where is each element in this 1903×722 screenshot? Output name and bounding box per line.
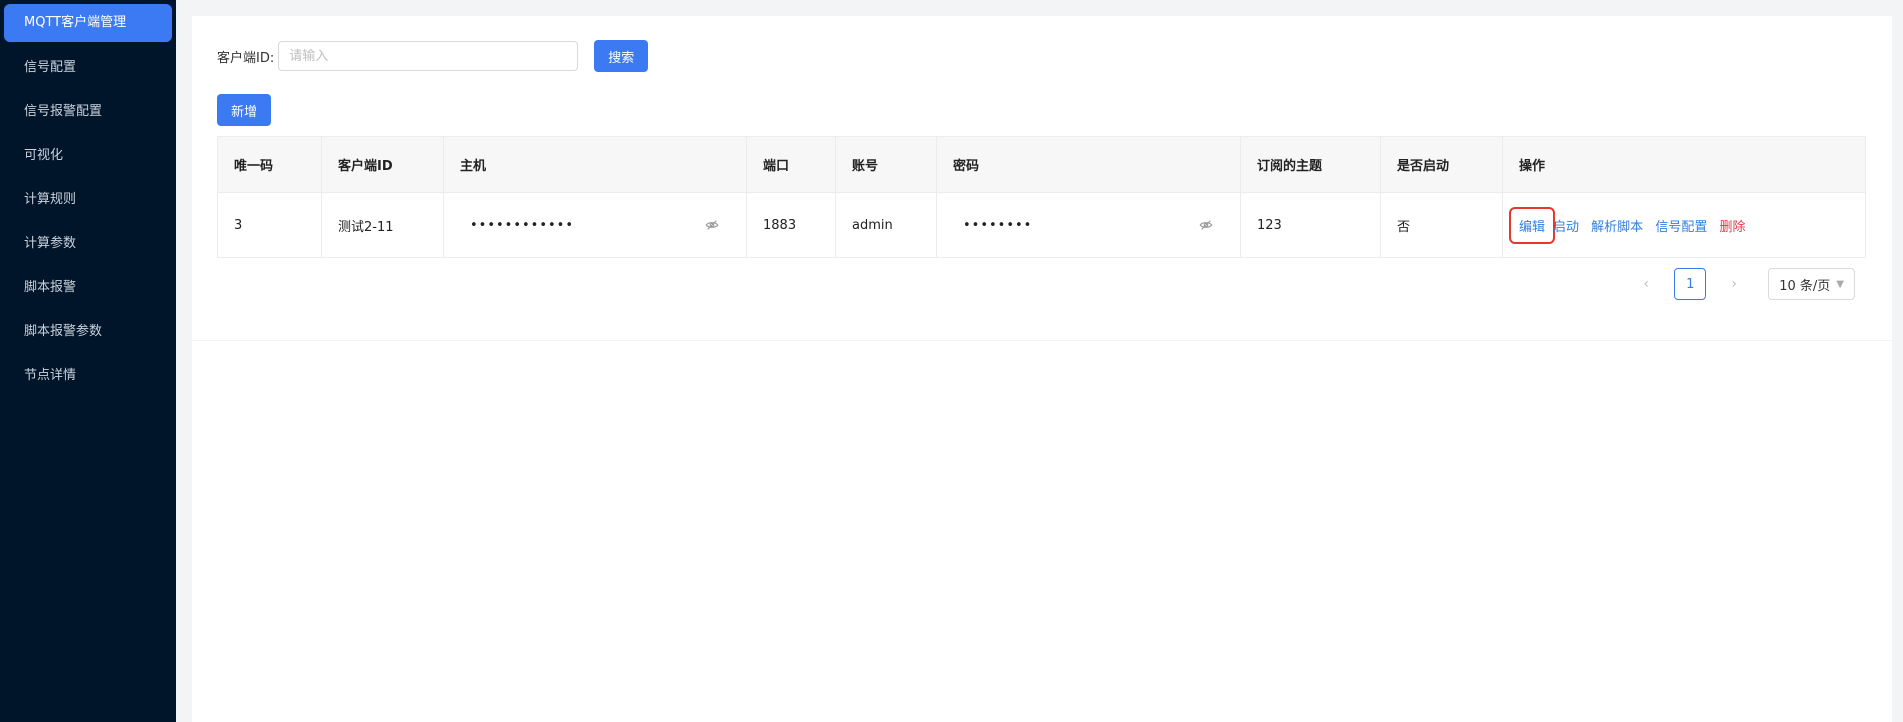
pagination: ‹ 1 › 10 条/页 ▼ xyxy=(1630,268,1855,300)
cell-client-id: 测试2-11 xyxy=(321,192,444,258)
start-link[interactable]: 启动 xyxy=(1553,220,1579,235)
cell-port: 1883 xyxy=(746,192,836,258)
sidebar-item-signal-config[interactable]: 信号配置 xyxy=(4,50,172,86)
signal-config-link[interactable]: 信号配置 xyxy=(1655,220,1707,235)
cell-uid: 3 xyxy=(217,192,322,258)
col-header-topic: 订阅的主题 xyxy=(1240,136,1381,193)
col-header-enabled: 是否启动 xyxy=(1380,136,1503,193)
eye-invisible-icon[interactable] xyxy=(705,218,719,232)
cell-host: •••••••••••• xyxy=(443,192,747,258)
cell-account: admin xyxy=(835,192,937,258)
cell-password: •••••••• xyxy=(936,192,1241,258)
search-button[interactable]: 搜索 xyxy=(594,40,649,72)
page-size-select[interactable]: 10 条/页 ▼ xyxy=(1768,268,1855,300)
col-header-password: 密码 xyxy=(936,136,1241,193)
sidebar-item-calc-rules[interactable]: 计算规则 xyxy=(4,182,172,218)
password-masked-value: •••••••• xyxy=(963,217,1033,233)
search-row: 客户端ID: 搜索 xyxy=(217,40,649,72)
sidebar-item-signal-alarm-config[interactable]: 信号报警配置 xyxy=(4,94,172,130)
table-row: 3 测试2-11 •••••••••••• 1883 admin •••••••… xyxy=(217,192,1866,258)
parse-script-link[interactable]: 解析脚本 xyxy=(1591,220,1643,235)
sidebar-item-script-alarm[interactable]: 脚本报警 xyxy=(4,270,172,306)
sidebar-item-visualization[interactable]: 可视化 xyxy=(4,138,172,174)
delete-link[interactable]: 删除 xyxy=(1719,220,1745,235)
sidebar-item-calc-params[interactable]: 计算参数 xyxy=(4,226,172,262)
client-table: 唯一码 客户端ID 主机 端口 账号 密码 订阅的主题 是否启动 操作 3 测试… xyxy=(217,136,1866,258)
col-header-account: 账号 xyxy=(835,136,937,193)
sidebar: MQTT客户端管理 信号配置 信号报警配置 可视化 计算规则 计算参数 脚本报警… xyxy=(0,0,176,722)
search-label: 客户端ID: xyxy=(217,50,275,66)
col-header-client-id: 客户端ID xyxy=(321,136,444,193)
main-panel: 客户端ID: 搜索 新增 唯一码 客户端ID 主机 端口 账号 密码 订阅的主题… xyxy=(192,16,1892,340)
prev-page-icon[interactable]: ‹ xyxy=(1630,276,1662,292)
content-area-empty xyxy=(192,341,1892,722)
col-header-port: 端口 xyxy=(746,136,836,193)
edit-link[interactable]: 编辑 xyxy=(1508,206,1556,244)
host-masked-value: •••••••••••• xyxy=(470,217,575,233)
cell-enabled: 否 xyxy=(1380,192,1503,258)
add-button[interactable]: 新增 xyxy=(217,94,272,126)
cell-actions: 编辑 启动 解析脚本 信号配置 删除 xyxy=(1502,192,1866,258)
next-page-icon[interactable]: › xyxy=(1718,276,1750,292)
eye-invisible-icon[interactable] xyxy=(1199,218,1213,232)
page-size-value: 10 条/页 xyxy=(1779,278,1831,294)
client-id-search-input[interactable] xyxy=(278,41,579,71)
cell-topic: 123 xyxy=(1240,192,1381,258)
sidebar-item-mqtt-client[interactable]: MQTT客户端管理 xyxy=(4,4,172,42)
sidebar-item-node-details[interactable]: 节点详情 xyxy=(4,358,172,394)
table-header-row: 唯一码 客户端ID 主机 端口 账号 密码 订阅的主题 是否启动 操作 xyxy=(217,136,1866,193)
col-header-uid: 唯一码 xyxy=(217,136,322,193)
page-number-current[interactable]: 1 xyxy=(1674,268,1707,300)
chevron-down-icon: ▼ xyxy=(1836,278,1844,290)
sidebar-item-script-alarm-params[interactable]: 脚本报警参数 xyxy=(4,314,172,350)
col-header-host: 主机 xyxy=(443,136,747,193)
col-header-actions: 操作 xyxy=(1502,136,1866,193)
